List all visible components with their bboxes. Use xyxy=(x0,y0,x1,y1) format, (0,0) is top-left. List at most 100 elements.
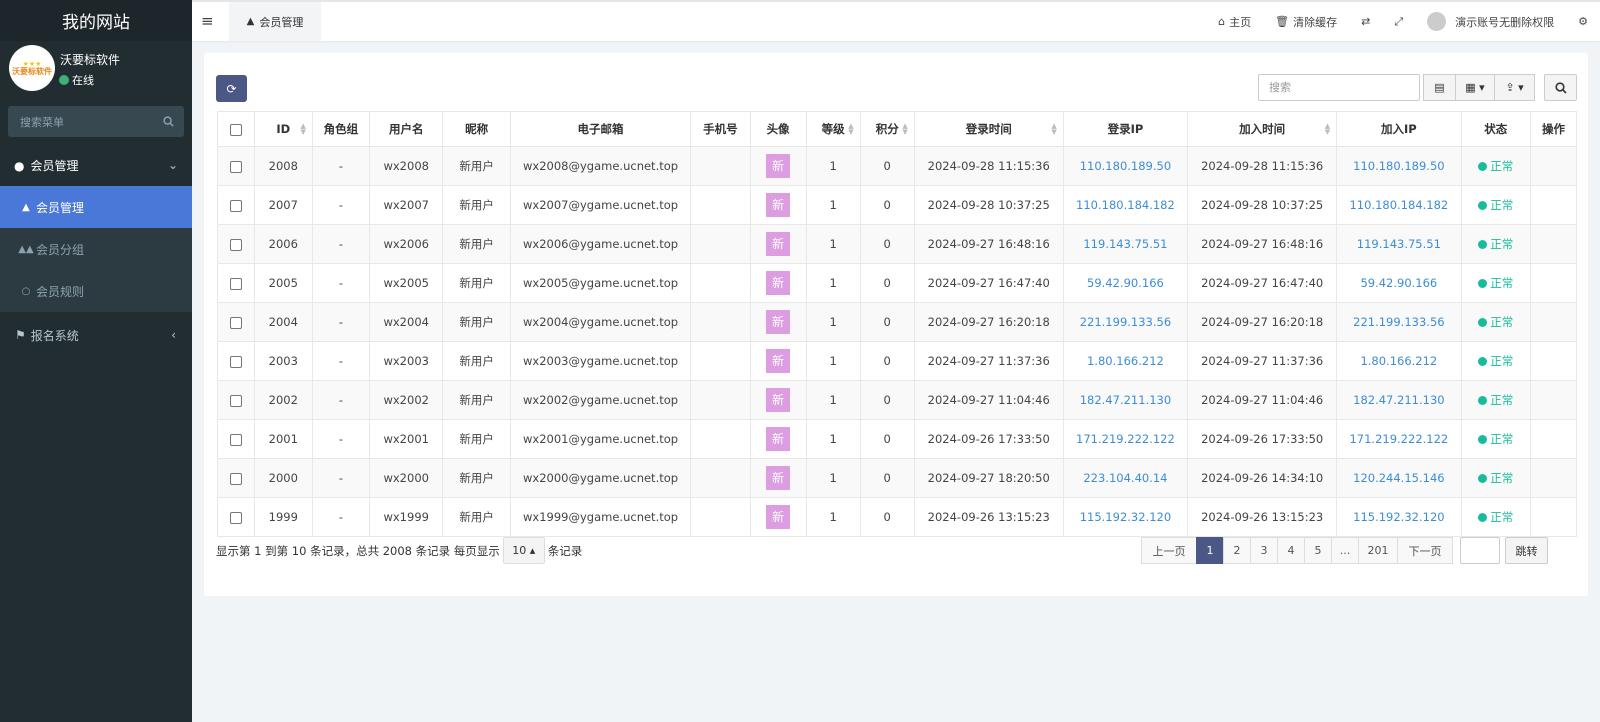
page-jump-button[interactable]: 跳转 xyxy=(1505,537,1548,564)
status-badge[interactable]: 正常 xyxy=(1478,158,1513,174)
col-login-time[interactable]: 登录时间 ▲ ▼ xyxy=(913,111,1064,147)
site-logo[interactable]: 我的网站 xyxy=(0,0,192,41)
ip-link[interactable]: 110.180.189.50 xyxy=(1080,159,1171,173)
columns-button[interactable]: ▦ ▾ xyxy=(1455,74,1495,101)
cell-level: 1 xyxy=(805,146,861,186)
ip-link[interactable]: 119.143.75.51 xyxy=(1083,237,1167,251)
status-dot-icon xyxy=(1478,278,1488,288)
fullscreen-button[interactable]: ⤢ xyxy=(1394,15,1403,29)
select-all-checkbox[interactable] xyxy=(217,111,255,147)
ip-link[interactable]: 1.80.166.212 xyxy=(1360,354,1437,368)
sidebar-item-member-group[interactable]: ▲▲ 会员分组 xyxy=(0,228,192,270)
status-dot-icon xyxy=(1478,512,1488,522)
home-link[interactable]: ⌂ 主页 xyxy=(1218,14,1251,30)
col-id[interactable]: ID ▲ ▼ xyxy=(253,111,313,147)
cell-actions xyxy=(1529,341,1578,381)
tab-member-manage[interactable]: ▲ 会员管理 xyxy=(229,2,321,41)
row-checkbox[interactable] xyxy=(217,185,255,225)
col-score[interactable]: 积分 ▲ ▼ xyxy=(859,111,915,147)
avatar[interactable]: 新 xyxy=(766,466,791,490)
settings-button[interactable]: ⚙ xyxy=(1578,15,1588,28)
row-checkbox[interactable] xyxy=(217,146,255,186)
status-badge[interactable]: 正常 xyxy=(1478,275,1513,291)
avatar[interactable]: 新 xyxy=(766,388,791,412)
row-checkbox[interactable] xyxy=(217,497,255,537)
avatar[interactable]: 新 xyxy=(766,505,791,529)
avatar[interactable]: 新 xyxy=(766,349,791,373)
avatar[interactable]: 新 xyxy=(766,193,791,217)
avatar[interactable]: 新 xyxy=(766,232,791,256)
ip-link[interactable]: 182.47.211.130 xyxy=(1080,393,1171,407)
ip-link[interactable]: 59.42.90.166 xyxy=(1360,276,1437,290)
page-button[interactable]: 3 xyxy=(1250,537,1278,564)
cell-username: wx2005 xyxy=(368,263,444,303)
page-button[interactable]: 5 xyxy=(1304,537,1332,564)
status-badge[interactable]: 正常 xyxy=(1478,470,1513,486)
status-badge[interactable]: 正常 xyxy=(1478,431,1513,447)
page-size-select[interactable]: 10 ▴ xyxy=(502,537,545,564)
ip-link[interactable]: 182.47.211.130 xyxy=(1353,393,1444,407)
ip-link[interactable]: 115.192.32.120 xyxy=(1080,510,1171,524)
prev-page-button[interactable]: 上一页 xyxy=(1141,537,1197,564)
export-button[interactable]: ⇪ ▾ xyxy=(1494,74,1535,101)
status-badge[interactable]: 正常 xyxy=(1478,353,1513,369)
avatar[interactable]: 新 xyxy=(766,310,791,334)
ip-link[interactable]: 223.104.40.14 xyxy=(1083,471,1167,485)
col-level[interactable]: 等级 ▲ ▼ xyxy=(805,111,861,147)
ip-link[interactable]: 115.192.32.120 xyxy=(1353,510,1444,524)
next-page-button[interactable]: 下一页 xyxy=(1397,537,1453,564)
row-checkbox[interactable] xyxy=(217,302,255,342)
account-menu[interactable]: 演示账号无删除权限 xyxy=(1427,12,1554,31)
page-button[interactable]: 2 xyxy=(1223,537,1251,564)
status-badge[interactable]: 正常 xyxy=(1478,314,1513,330)
col-join-time[interactable]: 加入时间 ▲ ▼ xyxy=(1187,111,1338,147)
status-badge[interactable]: 正常 xyxy=(1478,509,1513,525)
row-checkbox[interactable] xyxy=(217,380,255,420)
table-search-input[interactable] xyxy=(1258,74,1420,101)
row-checkbox[interactable] xyxy=(217,458,255,498)
avatar[interactable]: 新 xyxy=(766,271,791,295)
page-button[interactable]: 4 xyxy=(1277,537,1305,564)
ip-link[interactable]: 221.199.133.56 xyxy=(1353,315,1444,329)
sidebar-search-input[interactable]: 搜索菜单 xyxy=(8,106,184,137)
status-badge[interactable]: 正常 xyxy=(1478,197,1513,213)
ip-link[interactable]: 120.244.15.146 xyxy=(1353,471,1444,485)
status-badge[interactable]: 正常 xyxy=(1478,236,1513,252)
row-checkbox[interactable] xyxy=(217,341,255,381)
cell-email: wx2002@ygame.ucnet.top xyxy=(509,380,692,420)
page-button[interactable]: 201 xyxy=(1358,537,1398,564)
row-checkbox[interactable] xyxy=(217,419,255,459)
sidebar-group-signup[interactable]: ⚑ 报名系统 ‹ xyxy=(0,315,192,355)
chevron-down-icon: ⌄ xyxy=(167,158,178,172)
refresh-button[interactable]: ⟳ xyxy=(216,75,247,102)
ip-link[interactable]: 110.180.184.182 xyxy=(1076,198,1175,212)
toggle-view-button[interactable]: ▤ xyxy=(1423,74,1456,101)
cell-nickname: 新用户 xyxy=(442,341,511,381)
ip-link[interactable]: 221.199.133.56 xyxy=(1080,315,1171,329)
ip-link[interactable]: 110.180.184.182 xyxy=(1349,198,1448,212)
sidebar-item-member-manage[interactable]: ▲ 会员管理 xyxy=(0,186,192,228)
row-checkbox[interactable] xyxy=(217,224,255,264)
page-button[interactable]: ... xyxy=(1331,537,1359,564)
ip-link[interactable]: 110.180.189.50 xyxy=(1353,159,1444,173)
language-button[interactable]: ⇄ xyxy=(1361,15,1370,28)
ip-link[interactable]: 171.219.222.122 xyxy=(1349,432,1448,446)
ip-link[interactable]: 1.80.166.212 xyxy=(1087,354,1164,368)
sidebar-group-member[interactable]: ● 会员管理 ⌄ xyxy=(0,145,192,186)
ip-link[interactable]: 119.143.75.51 xyxy=(1357,237,1441,251)
menu-toggle-icon[interactable]: ≡ xyxy=(201,12,214,30)
page-button[interactable]: 1 xyxy=(1196,537,1224,564)
cell-mobile xyxy=(690,497,751,537)
page-jump-input[interactable] xyxy=(1460,537,1500,564)
avatar[interactable]: 新 xyxy=(766,154,791,178)
row-checkbox[interactable] xyxy=(217,263,255,303)
cell-login-ip: 1.80.166.212 xyxy=(1062,341,1189,381)
clear-cache-button[interactable]: 🗑 清除缓存 xyxy=(1275,14,1337,30)
advanced-search-button[interactable] xyxy=(1544,74,1577,101)
cell-join-time: 2024-09-27 11:04:46 xyxy=(1187,380,1338,420)
ip-link[interactable]: 59.42.90.166 xyxy=(1087,276,1164,290)
sidebar-item-member-rule[interactable]: ○ 会员规则 xyxy=(0,270,192,312)
avatar[interactable]: 新 xyxy=(766,427,791,451)
ip-link[interactable]: 171.219.222.122 xyxy=(1076,432,1175,446)
status-badge[interactable]: 正常 xyxy=(1478,392,1513,408)
